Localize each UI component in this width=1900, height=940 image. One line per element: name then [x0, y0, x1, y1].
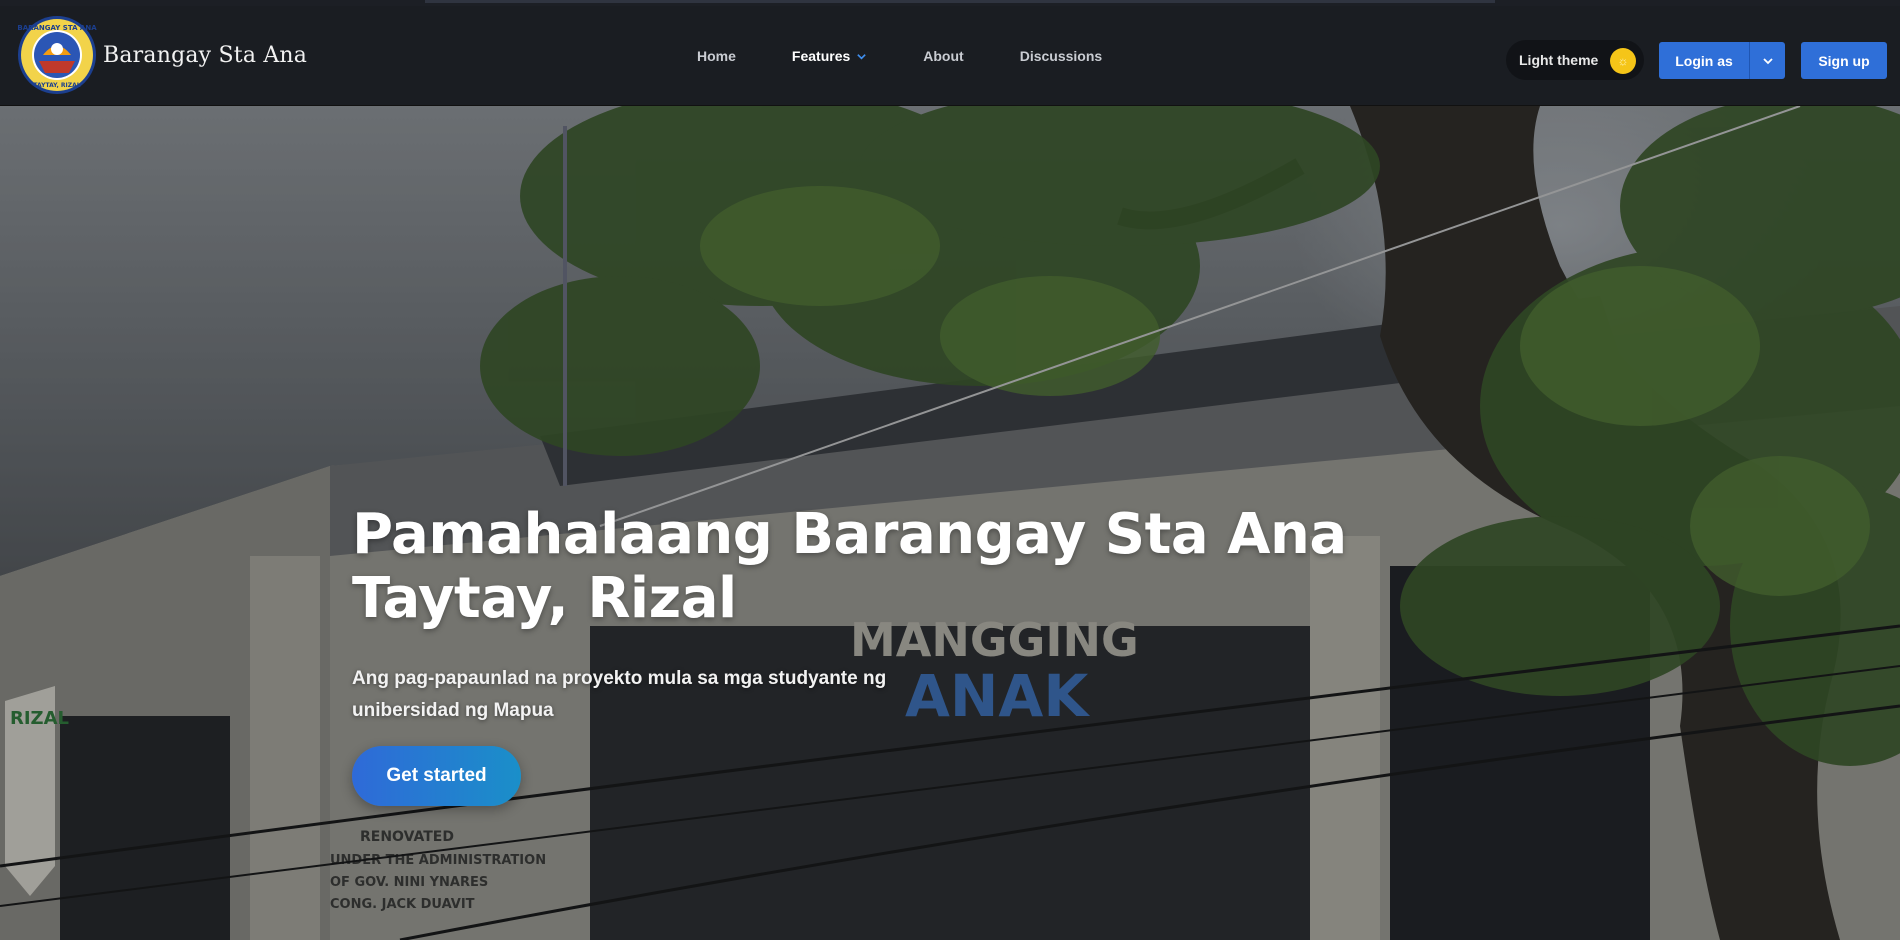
seal-text-top: BARANGAY STA ANA	[17, 24, 97, 32]
chevron-down-icon	[1762, 57, 1773, 64]
nav-features[interactable]: Features	[792, 48, 867, 64]
barangay-seal-icon: BARANGAY STA ANA TAYTAY, RIZAL	[17, 16, 97, 94]
navbar: BARANGAY STA ANA TAYTAY, RIZAL Barangay …	[0, 6, 1900, 106]
nav-discussions[interactable]: Discussions	[1020, 48, 1102, 64]
hero-title: Pamahalaang Barangay Sta Ana Taytay, Riz…	[352, 503, 1352, 631]
get-started-button[interactable]: Get started	[352, 746, 521, 806]
hero-section: MANGGING ANAK RIZAL RENOVATED UNDER THE …	[0, 106, 1900, 940]
nav-home[interactable]: Home	[697, 48, 736, 64]
signup-button[interactable]: Sign up	[1801, 42, 1887, 79]
theme-toggle-label: Light theme	[1519, 52, 1599, 68]
nav-features-label: Features	[791, 48, 851, 64]
hero-title-line2: Taytay, Rizal	[352, 566, 737, 631]
hero-subtitle: Ang pag-papaunlad na proyekto mula sa mg…	[352, 668, 887, 721]
hero-content: Pamahalaang Barangay Sta Ana Taytay, Riz…	[352, 503, 1352, 806]
theme-toggle[interactable]: Light theme ☼	[1506, 40, 1644, 80]
brand-name: Barangay Sta Ana	[103, 42, 308, 68]
hero-title-line1: Pamahalaang Barangay Sta Ana	[352, 502, 1347, 567]
main-nav: Home Features About Discussions	[697, 6, 1158, 106]
login-dropdown-toggle[interactable]	[1750, 42, 1785, 79]
login-button-group: Login as	[1659, 42, 1785, 79]
login-as-button[interactable]: Login as	[1659, 42, 1750, 79]
nav-about[interactable]: About	[923, 48, 963, 64]
brand[interactable]: BARANGAY STA ANA TAYTAY, RIZAL Barangay …	[17, 15, 307, 95]
sun-icon: ☼	[1610, 48, 1636, 74]
seal-text-bottom: TAYTAY, RIZAL	[33, 82, 80, 89]
loading-bar	[425, 0, 1495, 3]
chevron-down-icon	[857, 53, 867, 60]
